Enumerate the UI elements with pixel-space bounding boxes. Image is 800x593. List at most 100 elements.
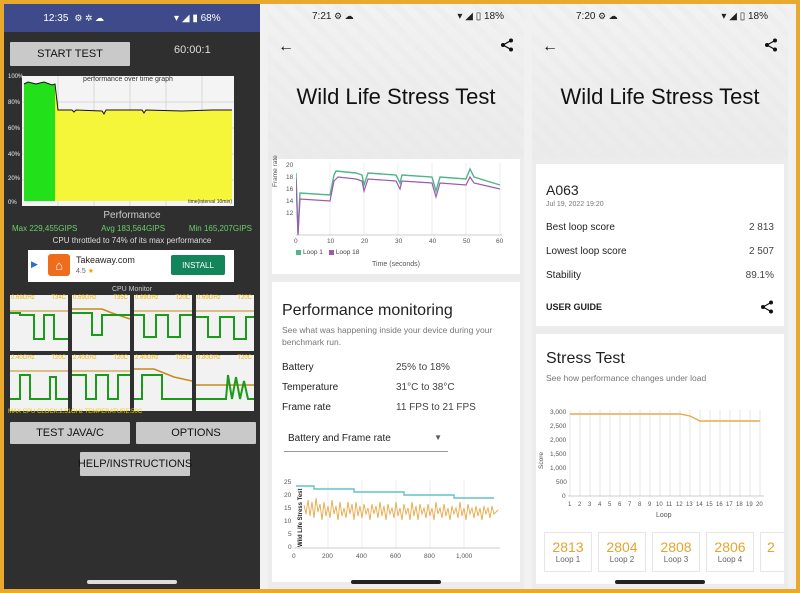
battery-level: 68% (200, 12, 221, 24)
core-graph (72, 308, 130, 336)
star-icon: ★ (87, 268, 94, 275)
loop-scores-row[interactable]: 2813 Loop 1 2804 Loop 2 2808 Loop 3 2806… (544, 532, 784, 572)
x-tick: 15 (706, 502, 713, 508)
battery-label: Battery (282, 362, 314, 373)
device-name: A063 (546, 182, 579, 198)
max-cpu-clock: MAX CPU CLOCK:2.51GHz (8, 409, 84, 415)
test-timer: 60:00:1 (174, 44, 211, 56)
y-tick: 1,500 (550, 451, 567, 458)
x-tick: 20 (756, 502, 763, 508)
cpu-core-3: 0.69GHz T20C (134, 295, 192, 351)
y-tick: 20 (284, 492, 292, 499)
y-tick: 2,500 (550, 423, 567, 430)
y-tick: 12 (286, 210, 294, 217)
x-tick: 5 (608, 502, 612, 508)
cpu-core-6: 2.40GHz T20C (72, 355, 130, 411)
options-button[interactable]: OPTIONS (136, 422, 256, 444)
back-arrow-icon[interactable]: ← (278, 38, 294, 56)
frame-rate-label: Frame rate (282, 402, 331, 413)
back-arrow-icon[interactable]: ← (542, 38, 558, 56)
temperature-label: Temperature (282, 382, 339, 393)
ad-banner[interactable]: ▶ ⌂ Takeaway.com 4.5 ★ INSTALL (28, 250, 234, 282)
status-time: 7:20 (576, 10, 596, 22)
stress-test-title: Stress Test (546, 350, 625, 367)
dropdown-arrow-icon[interactable]: ▼ (434, 433, 442, 442)
y-tick: 10 (284, 518, 292, 525)
cpu-clock-info: MAX CPU CLOCK:2.51GHz TEMPERATURE:50C (8, 409, 142, 415)
battery-icon: ▯ (739, 10, 746, 22)
loop-score-tile[interactable]: 2813 Loop 1 (544, 532, 592, 572)
gesture-bar[interactable] (351, 580, 441, 584)
help-instructions-button[interactable]: HELP/INSTRUCTIONS (78, 452, 192, 476)
loop-label: Loop 1 (555, 555, 581, 564)
chart-select-dropdown[interactable]: Battery and Frame rate ▼ (284, 428, 448, 452)
loop-score-tile[interactable]: 2806 Loop 4 (706, 532, 754, 572)
share-icon[interactable] (764, 38, 778, 52)
y-tick: 500 (556, 479, 567, 486)
stress-score-line (570, 413, 760, 422)
cpu-core-grid: 0.69GHz T34C 0.69GHz T35C 0.69GHz T20C 0… (10, 295, 256, 413)
loop-xlabel: Loop (656, 512, 672, 519)
cpu-core-5: 2.40GHz T20C (10, 355, 68, 411)
dropdown-value: Battery and Frame rate (288, 433, 391, 444)
loop-score-tile[interactable]: 2808 Loop 3 (652, 532, 700, 572)
x-tick: 16 (716, 502, 723, 508)
status-bar: 7:20 ⚙ ☁ ▾ ◢ ▯ 18% (532, 4, 788, 28)
loop-score-tile[interactable]: 2804 Loop 2 (598, 532, 646, 572)
frame-rate-chart (296, 163, 502, 236)
gear-icon: ⚙ ☁ (598, 10, 618, 21)
core-freq: 0.69GHz (135, 295, 159, 301)
x-tick: 19 (746, 502, 753, 508)
signal-icon: ◢ (729, 10, 737, 22)
y-tick: 25 (284, 479, 292, 486)
cpu-core-7: 2.40GHz T35C (134, 355, 192, 411)
performance-monitoring-title: Performance monitoring (282, 302, 453, 319)
gesture-bar[interactable] (615, 580, 705, 584)
y-tick: 20 (286, 162, 294, 169)
battery-level: 18% (483, 10, 504, 22)
ad-choices-icon[interactable]: ▶ (31, 259, 43, 271)
x-tick: 10 (327, 238, 335, 245)
stress-test-monitoring-phone: 7:21 ⚙ ☁ ▾ ◢ ▯ 18% ← Wild Life Stress Te… (268, 4, 524, 589)
chart-legend: Loop 1 Loop 18 (296, 249, 359, 256)
x-tick: 50 (463, 238, 471, 245)
core-graph (72, 370, 130, 400)
x-tick: 0 (294, 238, 298, 245)
core-graph (196, 310, 254, 340)
signal-icon: ◢ (465, 10, 473, 22)
x-tick: 8 (638, 502, 642, 508)
y-tick: 18 (286, 174, 294, 181)
test-date: Jul 19, 2022 19:20 (546, 201, 604, 208)
stability-value: 89.1% (745, 270, 774, 281)
lowest-loop-label: Lowest loop score (546, 246, 627, 257)
core-freq: 0.69GHz (197, 295, 221, 301)
wifi-icon: ▾ (457, 10, 463, 22)
legend-swatch (328, 250, 334, 255)
stress-grid (569, 410, 761, 496)
x-tick: 40 (429, 238, 437, 245)
battery-framerate-chart (294, 480, 500, 549)
y-tick: 16 (286, 186, 294, 193)
graph-footer: time(interval 10min) (188, 199, 232, 205)
status-bar: 7:21 ⚙ ☁ ▾ ◢ ▯ 18% (268, 4, 524, 28)
loop-label: Loop 2 (609, 555, 635, 564)
cpu-temperature: TEMPERATURE:50C (84, 409, 143, 415)
ad-rating: 4.5 ★ (76, 267, 94, 275)
x-tick: 4 (598, 502, 602, 508)
user-guide-link[interactable]: USER GUIDE (546, 302, 602, 312)
frame-rate-xlabel: Time (seconds) (372, 261, 420, 268)
core-graph (134, 368, 192, 400)
test-java-button[interactable]: TEST JAVA/C (10, 422, 130, 444)
y-tick: 5 (288, 531, 292, 538)
page-title: Wild Life Stress Test (560, 84, 760, 109)
share-icon[interactable] (760, 300, 774, 314)
start-test-button[interactable]: START TEST (10, 42, 130, 66)
battery-value: 25% to 18% (396, 362, 450, 373)
share-icon[interactable] (500, 38, 514, 52)
core-temp: T20C (237, 295, 252, 301)
gesture-bar[interactable] (87, 580, 177, 584)
y-tick: 0 (288, 544, 292, 551)
install-button[interactable]: INSTALL (171, 255, 225, 275)
x-tick: 60 (496, 238, 504, 245)
loop-score-tile-partial[interactable]: 2 (760, 532, 784, 572)
